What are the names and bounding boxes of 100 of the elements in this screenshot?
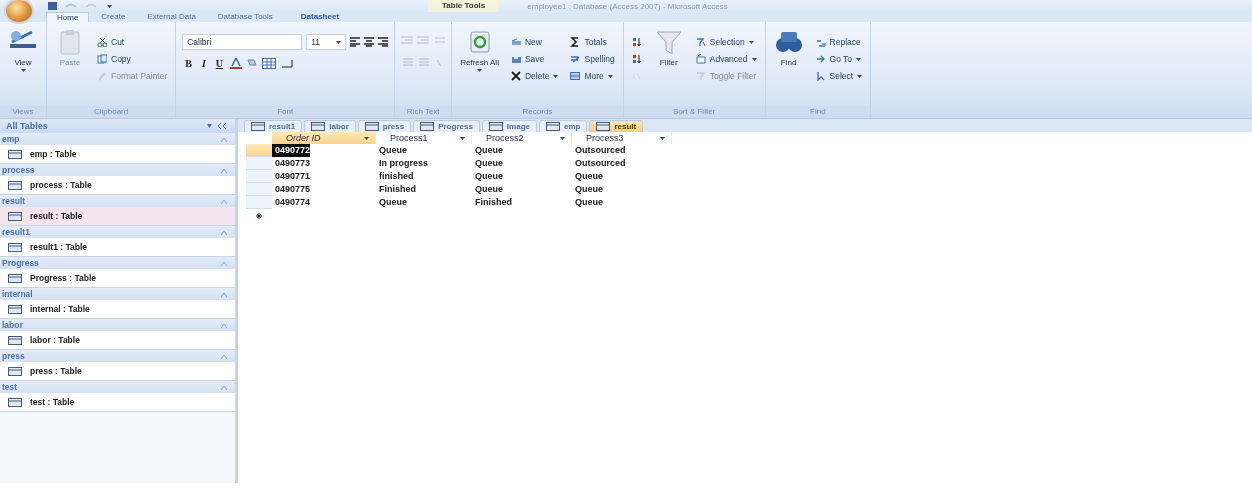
collapse-icon[interactable] [221,353,227,359]
undo-icon[interactable] [65,2,77,10]
copy-icon [97,54,107,64]
document-tab[interactable]: emp [538,120,588,132]
group-header[interactable]: process [2,165,35,175]
group-label: Sort & Filter [623,106,765,118]
sigma-icon [570,37,581,47]
table-cell-text: In progress [378,157,428,170]
ribbon-button[interactable]: Cut [95,36,170,48]
row-selector[interactable] [246,196,272,209]
group-header[interactable]: result [2,196,26,206]
collapse-icon[interactable] [221,198,227,204]
format-button[interactable]: U [212,58,227,69]
collapse-icon[interactable] [221,167,227,173]
format-button[interactable]: B [182,58,195,69]
delete-icon [510,71,521,81]
collapse-icon[interactable] [221,260,227,266]
fill-color-icon[interactable] [246,58,259,69]
font-name-field[interactable]: Calibri [182,34,303,50]
font-size-field[interactable]: 11 [306,34,347,50]
document-tab[interactable]: result [589,120,644,132]
ribbon-button[interactable]: Select [813,70,865,82]
collapse-icon[interactable] [221,322,227,328]
nav-item[interactable]: internal : Table [0,300,235,318]
group-header[interactable]: result1 [2,227,30,237]
ribbon-button[interactable]: Selection [693,36,759,48]
document-tab[interactable]: labor [304,120,356,132]
group-header[interactable]: test [2,382,18,392]
ribbon-tab[interactable]: Create [91,12,136,22]
document-tab[interactable]: press [357,120,412,132]
collapse-icon[interactable] [221,291,227,297]
ribbon-button[interactable]: View [6,26,40,74]
ribbon-button[interactable]: Find [771,26,806,69]
table-icon [8,149,22,159]
table-icon [545,122,560,131]
align-right-icon[interactable] [378,37,389,47]
scissors-icon [97,37,107,47]
row-selector[interactable] [246,144,272,157]
row-selector[interactable] [246,183,272,196]
align-center-icon[interactable] [364,37,375,47]
group-header[interactable]: press [2,351,25,361]
ribbon-button[interactable]: Filter [651,26,686,69]
ribbon-button[interactable]: Copy [95,53,170,65]
document-tab[interactable]: Image [481,120,537,132]
format-button[interactable]: I [198,58,209,69]
table-cell-text: 0490774 [274,196,311,209]
ribbon-button[interactable]: Save [508,53,561,65]
ribbon-button[interactable]: Refresh All [458,26,501,74]
column-header[interactable]: Order ID [272,132,376,144]
window-title: employee1 : Database (Access 2007) - Microsoft Access [527,1,728,11]
row-selector[interactable] [246,157,272,170]
ribbon-button[interactable]: New [508,36,561,48]
document-tab[interactable]: Progress [413,120,480,132]
document-tab[interactable]: result1 [244,120,303,132]
ribbon-button[interactable]: Advanced [693,53,759,65]
table-icon [8,180,22,190]
save-icon[interactable] [48,2,57,10]
group-header[interactable]: internal [2,289,33,299]
group-header[interactable]: emp [2,134,20,144]
nav-item[interactable]: labor : Table [0,331,235,349]
ribbon-button[interactable]: Go To [813,53,865,65]
nav-item[interactable]: result1 : Table [0,238,235,256]
ribbon-button[interactable]: Replace [813,36,865,48]
align-left-icon[interactable] [350,37,361,47]
indent-icon[interactable] [401,36,446,46]
ribbon-tab[interactable]: Datasheet [290,12,350,22]
collapse-icon[interactable] [221,384,227,390]
nav-item[interactable]: test : Table [0,393,235,411]
ribbon-tab[interactable]: Database Tools [207,12,283,22]
office-button[interactable] [6,0,32,22]
table-cell-text: 0490773 [274,157,311,170]
font-color-icon[interactable] [230,58,243,69]
nav-item[interactable]: emp : Table [0,145,235,163]
sort-descending-icon [631,54,642,64]
redo-icon[interactable] [85,2,99,10]
nav-pane-title[interactable]: All Tables [6,121,48,131]
collapse-icon[interactable] [221,136,227,142]
gridlines-icon[interactable] [262,58,277,69]
table-icon [8,211,22,221]
group-header[interactable]: Progress [2,258,39,268]
nav-item[interactable]: press : Table [0,362,235,380]
caret-icon [20,69,26,72]
caret-icon [336,40,342,44]
chevron-icon[interactable] [207,123,229,129]
table-icon [251,122,265,131]
group-header[interactable]: labor [2,320,23,330]
ribbon-button[interactable]: Delete [508,70,561,82]
ribbon-button[interactable]: Totals [568,36,617,48]
collapse-icon[interactable] [221,229,227,235]
nav-item[interactable]: process : Table [0,176,235,194]
nav-item[interactable]: Progress : Table [0,269,235,287]
grid-icon [570,71,581,81]
ribbon-tab[interactable]: External Data [137,12,206,22]
ribbon-button[interactable]: Spelling [568,53,617,65]
row-selector[interactable] [246,170,272,183]
ribbon-button[interactable]: More [568,70,617,82]
nav-item[interactable]: result : Table [0,207,235,225]
table-cell-text: finished [378,170,414,183]
save-icon [510,54,521,64]
table-icon [8,366,22,376]
